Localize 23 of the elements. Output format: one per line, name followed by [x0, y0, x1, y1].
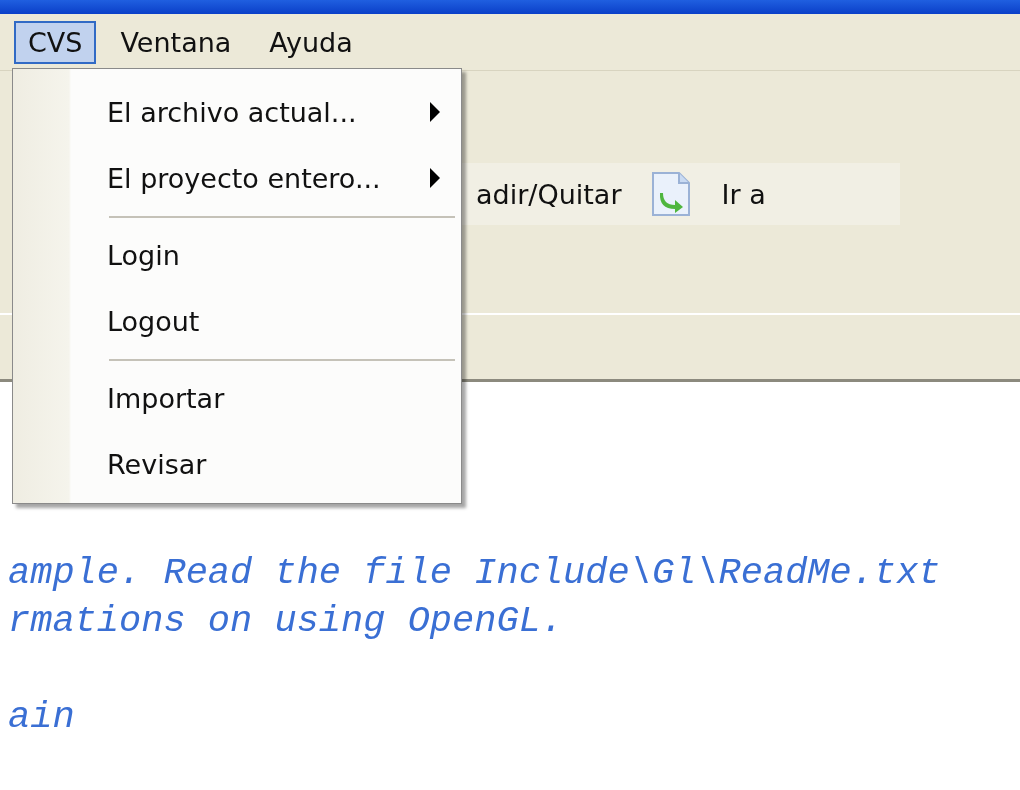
- menu-item[interactable]: El proyecto entero...: [13, 145, 461, 211]
- menu-item-label: Login: [107, 239, 180, 271]
- code-comment-line: rmations on using OpenGL.: [7, 599, 565, 644]
- submenu-arrow-icon: [429, 167, 441, 189]
- code-comment-line: ample. Read the file Include\Gl\ReadMe.txt: [7, 551, 942, 596]
- menu-item-label: El proyecto entero...: [107, 162, 381, 194]
- menu-item[interactable]: Login: [13, 222, 461, 288]
- toolbar-button[interactable]: adir/Quitar: [476, 178, 622, 210]
- menu-item-label: Importar: [107, 382, 225, 414]
- code-comment-line: ain: [7, 695, 76, 740]
- menu-item-label: Logout: [107, 305, 200, 337]
- toolbar-button[interactable]: Ir a: [721, 178, 766, 210]
- submenu-arrow-icon: [429, 101, 441, 123]
- menu-item-label: Revisar: [107, 448, 207, 480]
- menu-item[interactable]: Logout: [13, 288, 461, 354]
- menu-item-label: El archivo actual...: [107, 96, 357, 128]
- menu-title[interactable]: Ayuda: [255, 20, 367, 64]
- menu-item[interactable]: Revisar: [13, 431, 461, 497]
- menu-item[interactable]: El archivo actual...: [13, 79, 461, 145]
- menu-item[interactable]: Importar: [13, 365, 461, 431]
- menu-title[interactable]: Ventana: [106, 20, 246, 64]
- menu-title[interactable]: CVS: [14, 20, 97, 64]
- document-arrow-icon: [651, 171, 692, 217]
